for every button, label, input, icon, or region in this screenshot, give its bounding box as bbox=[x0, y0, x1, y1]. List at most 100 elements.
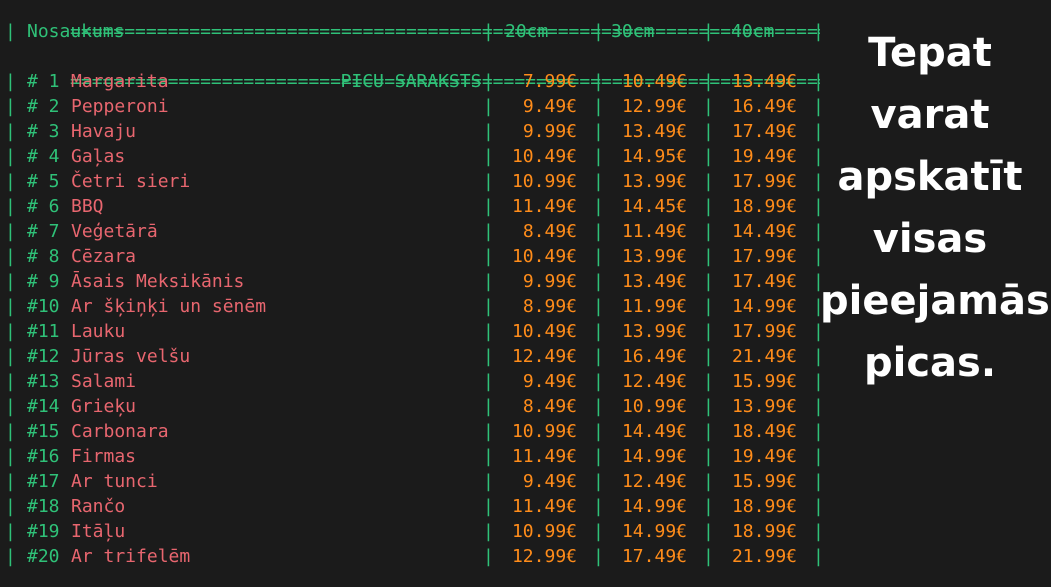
pizza-price-20cm: 9.99€ bbox=[522, 271, 577, 292]
pizza-price-40cm: 16.49€ bbox=[731, 96, 797, 117]
pizza-name: Salami bbox=[71, 371, 137, 392]
table-row: | | | | | # 4 Gaļas 10.49€ 14.95€ 19.49€ bbox=[5, 144, 820, 169]
table-title-row: ========================================… bbox=[5, 0, 820, 92]
table-row: | | | | | # 1 Margarita 7.99€ 10.49€ 13.49€ bbox=[5, 69, 820, 94]
pizza-name: Četri sieri bbox=[71, 171, 191, 192]
pizza-price-20cm: 9.49€ bbox=[522, 471, 577, 492]
row-border-left: | bbox=[5, 171, 16, 192]
row-border-left: | bbox=[5, 321, 16, 342]
pizza-number: #16 bbox=[27, 446, 60, 467]
pizza-price-40cm: 17.99€ bbox=[731, 321, 797, 342]
pizza-number: #20 bbox=[27, 546, 60, 567]
caption: Tepat varat apskatīt visas pieejamās pic… bbox=[820, 22, 1050, 394]
table-row: | | | | | # 5 Četri sieri 10.99€ 13.99€ 17.99€ bbox=[5, 169, 820, 194]
pizza-price-40cm: 17.99€ bbox=[731, 246, 797, 267]
pizza-name: Jūras velšu bbox=[71, 346, 191, 367]
table-row: | | | | | #16 Firmas 11.49€ 14.99€ 19.49€ bbox=[5, 444, 820, 469]
table-row: | | | | | #20 Ar trifelēm 12.99€ 17.49€ 21.99€ bbox=[5, 544, 820, 569]
pizza-price-30cm: 12.49€ bbox=[621, 471, 687, 492]
row-border-right: | bbox=[813, 246, 820, 267]
table-row: | | | | | #10 Ar šķiņķi un sēnēm 8.99€ 11.99€ 14.… bbox=[5, 294, 820, 319]
header-border-right: | bbox=[813, 21, 820, 42]
pizza-price-20cm: 10.99€ bbox=[511, 521, 577, 542]
pizza-name: BBQ bbox=[71, 196, 104, 217]
pizza-price-20cm: 8.49€ bbox=[522, 396, 577, 417]
row-border-left: | bbox=[5, 346, 16, 367]
row-border-left: | bbox=[5, 296, 16, 317]
header-border-left: | bbox=[5, 21, 16, 42]
row-border-right: | bbox=[813, 396, 820, 417]
pizza-number: # 5 bbox=[27, 171, 60, 192]
pizza-price-20cm: 11.49€ bbox=[511, 446, 577, 467]
pizza-price-20cm: 7.99€ bbox=[522, 71, 577, 92]
row-border-right: | bbox=[813, 221, 820, 242]
row-border-left: | bbox=[5, 396, 16, 417]
pizza-price-30cm: 14.99€ bbox=[621, 521, 687, 542]
table-row: | | | | | #19 Itāļu 10.99€ 14.99€ 18.99€ bbox=[5, 519, 820, 544]
pizza-price-20cm: 10.49€ bbox=[511, 246, 577, 267]
row-border-right: | bbox=[813, 296, 820, 317]
pizza-price-20cm: 10.49€ bbox=[511, 146, 577, 167]
row-border-left: | bbox=[5, 246, 16, 267]
header-size-30: 30cm bbox=[611, 21, 655, 42]
row-border-right: | bbox=[813, 196, 820, 217]
pizza-price-40cm: 18.99€ bbox=[731, 496, 797, 517]
pizza-name: Margarita bbox=[71, 71, 169, 92]
row-border-right: | bbox=[813, 121, 820, 142]
pizza-price-30cm: 10.99€ bbox=[621, 396, 687, 417]
pizza-price-40cm: 21.49€ bbox=[731, 346, 797, 367]
pizza-price-30cm: 10.49€ bbox=[621, 71, 687, 92]
pizza-number: # 1 bbox=[27, 71, 60, 92]
pizza-name: Ar trifelēm bbox=[71, 546, 191, 567]
pizza-price-40cm: 21.99€ bbox=[731, 546, 797, 567]
row-border-right: | bbox=[813, 271, 820, 292]
pizza-price-20cm: 10.99€ bbox=[511, 421, 577, 442]
caption-line: varat bbox=[870, 92, 990, 138]
table-row: | | | | | # 7 Veģetārā 8.49€ 11.49€ 14.49€ bbox=[5, 219, 820, 244]
pizza-name: Firmas bbox=[71, 446, 137, 467]
pizza-name: Itāļu bbox=[71, 521, 126, 542]
table-row: | | | | | #18 Rančo 11.49€ 14.99€ 18.99€ bbox=[5, 494, 820, 519]
table-row: | | | | | # 3 Havaju 9.99€ 13.49€ 17.49€ bbox=[5, 119, 820, 144]
pizza-number: #18 bbox=[27, 496, 60, 517]
header-size-40: 40cm bbox=[731, 21, 775, 42]
table-row: | | | | | # 2 Pepperoni 9.49€ 12.99€ 16.49€ bbox=[5, 94, 820, 119]
row-border-left: | bbox=[5, 471, 16, 492]
pizza-price-20cm: 10.49€ bbox=[511, 321, 577, 342]
pizza-price-30cm: 16.49€ bbox=[621, 346, 687, 367]
pizza-number: #10 bbox=[27, 296, 60, 317]
header-divider: | bbox=[483, 21, 494, 42]
pizza-price-20cm: 11.49€ bbox=[511, 496, 577, 517]
pizza-price-20cm: 12.49€ bbox=[511, 346, 577, 367]
pizza-number: #13 bbox=[27, 371, 60, 392]
pizza-number: #14 bbox=[27, 396, 60, 417]
pizza-number: # 6 bbox=[27, 196, 60, 217]
pizza-list: | | | | | # 1 Margarita 7.99€ 10.49€ 13.49€ | | | | | #… bbox=[5, 69, 820, 569]
pizza-price-30cm: 12.49€ bbox=[621, 371, 687, 392]
caption-line: pieejamās bbox=[820, 278, 1050, 324]
table-header-row: | Nosaukums | 20cm | 30cm | 40cm | bbox=[5, 19, 820, 44]
pizza-price-40cm: 17.49€ bbox=[731, 121, 797, 142]
caption-line: picas. bbox=[863, 340, 997, 386]
pizza-price-30cm: 11.99€ bbox=[621, 296, 687, 317]
pizza-number: # 3 bbox=[27, 121, 60, 142]
screen: ========================================… bbox=[0, 0, 1051, 587]
pizza-price-40cm: 18.99€ bbox=[731, 521, 797, 542]
pizza-price-40cm: 17.49€ bbox=[731, 271, 797, 292]
pizza-price-40cm: 19.49€ bbox=[731, 146, 797, 167]
pizza-price-20cm: 9.49€ bbox=[522, 371, 577, 392]
pizza-name: Gaļas bbox=[71, 146, 126, 167]
row-border-left: | bbox=[5, 521, 16, 542]
table-row: | | | | | # 6 BBQ 11.49€ 14.45€ 18.99€ bbox=[5, 194, 820, 219]
pizza-price-30cm: 14.95€ bbox=[621, 146, 687, 167]
pizza-number: #12 bbox=[27, 346, 60, 367]
pizza-number: # 8 bbox=[27, 246, 60, 267]
table-row: | | | | | #15 Carbonara 10.99€ 14.49€ 18.49€ bbox=[5, 419, 820, 444]
row-border-right: | bbox=[813, 71, 820, 92]
header-name: Nosaukums bbox=[27, 21, 125, 42]
pizza-price-30cm: 13.49€ bbox=[621, 121, 687, 142]
row-border-right: | bbox=[813, 321, 820, 342]
pizza-price-40cm: 17.99€ bbox=[731, 171, 797, 192]
row-border-left: | bbox=[5, 371, 16, 392]
table-row: | | | | | # 8 Cēzara 10.49€ 13.99€ 17.99€ bbox=[5, 244, 820, 269]
